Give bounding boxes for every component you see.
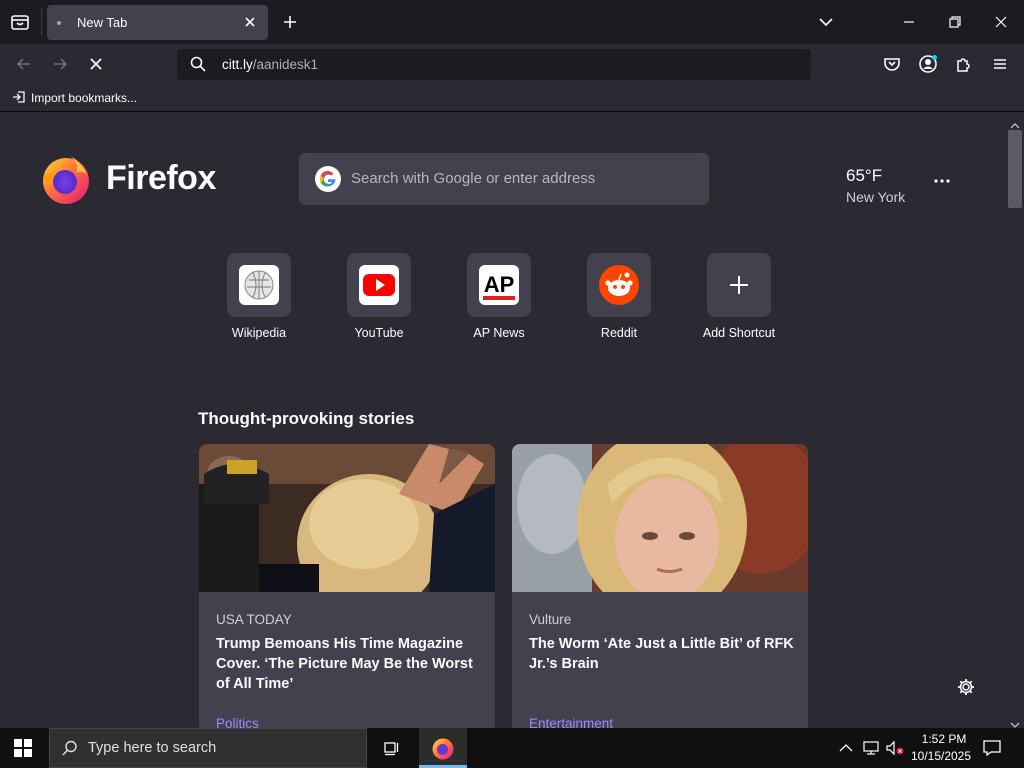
story-category: Entertainment: [529, 716, 614, 728]
extensions-puzzle-icon[interactable]: [954, 54, 974, 74]
firefox-view-icon[interactable]: [10, 12, 30, 32]
shortcut-wikipedia[interactable]: Wikipedia: [204, 253, 314, 353]
youtube-play-icon: [359, 265, 399, 305]
shortcut-tile: [707, 253, 771, 317]
import-bookmarks-button[interactable]: Import bookmarks...: [12, 90, 137, 106]
url-bar[interactable]: citt.ly/aanidesk1: [177, 49, 811, 80]
story-title[interactable]: The Worm ‘Ate Just a Little Bit’ of RFK …: [529, 634, 794, 674]
tab-divider: [41, 8, 42, 36]
firefox-wordmark: Firefox: [106, 159, 216, 197]
shortcut-reddit[interactable]: Reddit: [564, 253, 674, 353]
story-image: [199, 444, 495, 614]
story-source: Vulture: [529, 612, 572, 627]
url-path: /aanidesk1: [252, 57, 319, 72]
taskbar-search-box[interactable]: Type here to search: [49, 728, 367, 768]
story-source: USA TODAY: [216, 612, 292, 627]
shortcut-tile: [227, 253, 291, 317]
tab-strip: New Tab: [0, 0, 1024, 44]
weather-more-icon[interactable]: [928, 171, 956, 191]
close-window-icon[interactable]: [991, 12, 1011, 32]
back-arrow-icon[interactable]: [14, 54, 34, 74]
shortcut-youtube[interactable]: YouTube: [324, 253, 434, 353]
pocket-icon[interactable]: [882, 54, 902, 74]
story-title[interactable]: Trump Bemoans His Time Magazine Cover. ‘…: [216, 634, 481, 694]
story-category: Politics: [216, 716, 259, 728]
tab-new-tab[interactable]: New Tab: [47, 5, 268, 40]
story-card[interactable]: Vulture The Worm ‘Ate Just a Little Bit’…: [512, 444, 808, 728]
tab-loading-icon: [57, 21, 61, 25]
search-icon: [189, 55, 207, 73]
new-tab-plus-icon[interactable]: [280, 12, 300, 32]
weather-temperature[interactable]: 65°F: [846, 166, 882, 186]
search-placeholder: Search with Google or enter address: [351, 170, 596, 187]
hamburger-menu-icon[interactable]: [990, 54, 1010, 74]
firefox-icon: [431, 736, 455, 765]
windows-start-icon[interactable]: [14, 739, 32, 762]
story-card[interactable]: USA TODAY Trump Bemoans His Time Magazin…: [199, 444, 495, 728]
volume-muted-icon[interactable]: [885, 739, 905, 762]
list-all-tabs-chevron-icon[interactable]: [816, 12, 836, 32]
wikipedia-globe-icon: [239, 265, 279, 305]
close-tab-icon[interactable]: [240, 12, 260, 32]
taskbar-firefox-button[interactable]: [419, 728, 467, 768]
tray-overflow-chevron-icon[interactable]: [838, 740, 854, 761]
forward-arrow-icon[interactable]: [50, 54, 70, 74]
new-tab-page: Firefox Search with Google or enter addr…: [0, 113, 1006, 728]
shortcut-tile: [347, 253, 411, 317]
import-bookmarks-label: Import bookmarks...: [31, 91, 138, 105]
restore-icon[interactable]: [945, 12, 965, 32]
weather-city[interactable]: New York: [846, 189, 905, 205]
account-icon[interactable]: [918, 54, 938, 74]
import-icon: [12, 90, 26, 107]
reddit-alien-icon: [599, 265, 639, 305]
taskbar-clock-time[interactable]: 1:52 PM: [911, 732, 977, 746]
firefox-logo-icon: [40, 153, 92, 205]
url-host: citt.ly: [222, 57, 253, 72]
shortcut-label: AP News: [473, 326, 525, 340]
scroll-thumb[interactable]: [1008, 130, 1022, 208]
stop-loading-icon[interactable]: [86, 54, 106, 74]
shortcut-tile: AP: [467, 253, 531, 317]
ap-logo-icon: AP: [479, 265, 519, 305]
shortcut-label: Wikipedia: [231, 326, 287, 340]
shortcut-ap-news[interactable]: AP AP News: [444, 253, 554, 353]
plus-icon: [719, 265, 759, 305]
network-icon[interactable]: [862, 739, 880, 762]
shortcut-label: Reddit: [600, 326, 638, 340]
notifications-icon[interactable]: [982, 738, 1002, 763]
bookmarks-toolbar: Import bookmarks...: [0, 84, 1024, 112]
personalize-gear-icon[interactable]: [956, 677, 976, 697]
shortcut-label: YouTube: [354, 326, 404, 340]
stories-heading: Thought-provoking stories: [198, 409, 415, 428]
search-icon: [61, 739, 79, 762]
google-g-icon: [315, 166, 341, 192]
svg-text:AP: AP: [484, 272, 515, 297]
search-box[interactable]: Search with Google or enter address: [299, 153, 709, 205]
shortcut-label: Add Shortcut: [702, 326, 776, 340]
minimize-icon[interactable]: [899, 12, 919, 32]
nav-bar: citt.ly/aanidesk1: [0, 44, 1024, 84]
story-image: [512, 444, 808, 619]
taskbar-search-placeholder: Type here to search: [88, 740, 217, 756]
task-view-icon[interactable]: [382, 738, 402, 763]
url-text[interactable]: citt.ly/aanidesk1: [222, 57, 318, 72]
shortcut-tile: [587, 253, 651, 317]
tab-title: New Tab: [77, 15, 128, 30]
windows-taskbar: Type here to search 1:52 PM 10/15/2025: [0, 728, 1024, 768]
shortcut-add[interactable]: Add Shortcut: [684, 253, 794, 353]
taskbar-clock-date[interactable]: 10/15/2025: [905, 749, 977, 763]
